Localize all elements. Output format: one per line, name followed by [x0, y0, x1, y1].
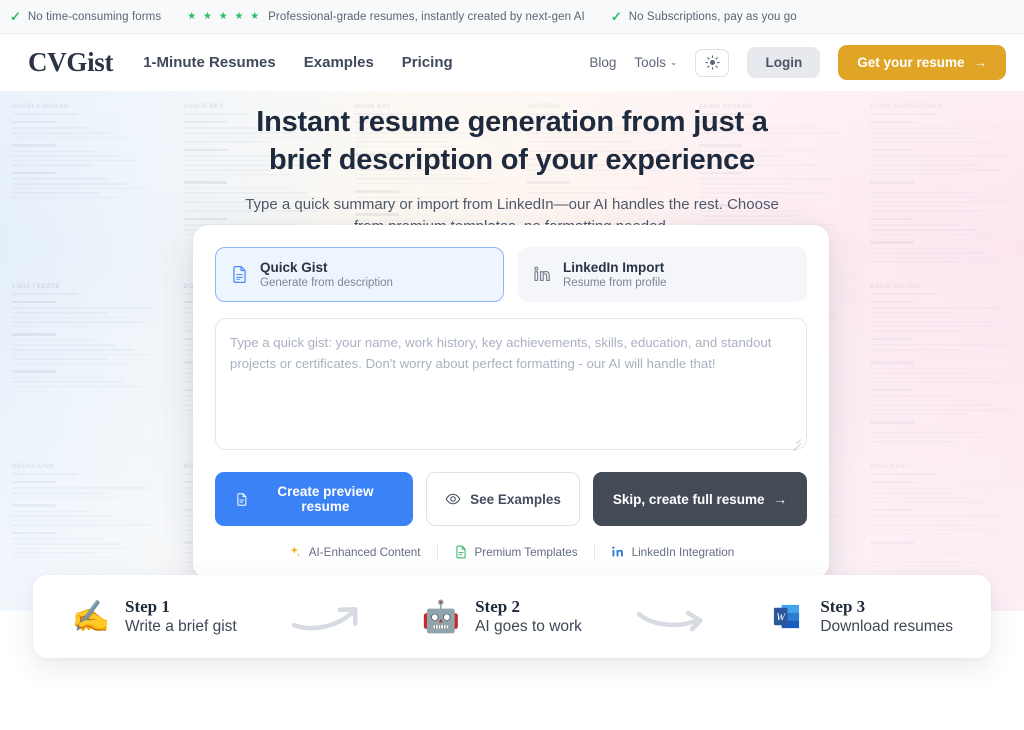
- get-your-resume-button[interactable]: Get your resume →: [838, 45, 1006, 80]
- announcement-bar: ✓ No time-consuming forms ★ ★ ★ ★ ★ Prof…: [0, 0, 1024, 34]
- skip-create-full-resume-label: Skip, create full resume: [612, 491, 765, 507]
- svg-text:W: W: [776, 612, 786, 623]
- step-1-text: Step 1 Write a brief gist: [125, 597, 237, 636]
- feature-badges: AI-Enhanced Content Premium Templates Li: [215, 545, 807, 559]
- check-icon: ✓: [610, 9, 622, 24]
- card-action-buttons: Create preview resume See Examples Skip,…: [215, 472, 807, 526]
- announcement-item-2: ✓ No Subscriptions, pay as you go: [611, 10, 797, 23]
- page-root: ✓ No time-consuming forms ★ ★ ★ ★ ★ Prof…: [0, 0, 1024, 730]
- nav-link-pricing[interactable]: Pricing: [402, 54, 453, 71]
- feature-premium-templates-label: Premium Templates: [474, 545, 578, 559]
- writing-hand-icon: ✍️: [71, 599, 111, 634]
- nav-link-examples[interactable]: Examples: [304, 54, 374, 71]
- step-3: W Step 3 Download resumes: [766, 597, 953, 637]
- step-2-title: Step 2: [475, 597, 520, 616]
- textarea-resize-handle[interactable]: [790, 434, 802, 452]
- linkedin-icon: [611, 546, 623, 557]
- eye-icon: [445, 493, 461, 505]
- tab-quick-gist[interactable]: Quick Gist Generate from description: [215, 247, 504, 302]
- skip-create-full-resume-button[interactable]: Skip, create full resume →: [592, 472, 807, 526]
- word-icon: W: [773, 604, 799, 629]
- step-1-title: Step 1: [125, 597, 170, 616]
- see-examples-label: See Examples: [470, 491, 561, 507]
- main-navigation: CVGist 1-Minute Resumes Examples Pricing…: [0, 34, 1024, 91]
- stars-icon: ★ ★ ★ ★ ★: [187, 10, 262, 22]
- feature-ai-enhanced-content-label: AI-Enhanced Content: [308, 545, 421, 559]
- feature-linkedin-integration-label: LinkedIn Integration: [631, 545, 735, 559]
- chevron-down-icon: ⌄: [669, 57, 678, 67]
- hero-text-block: Instant resume generation from just a br…: [0, 103, 1024, 239]
- announcement-text-1: Professional-grade resumes, instantly cr…: [268, 10, 585, 23]
- feature-premium-templates: Premium Templates: [438, 545, 594, 559]
- document-icon: [237, 492, 247, 506]
- sun-icon: [705, 55, 720, 70]
- theme-toggle-button[interactable]: [695, 48, 730, 77]
- tab-quick-gist-text: Quick Gist Generate from description: [260, 260, 393, 289]
- see-examples-button[interactable]: See Examples: [426, 472, 580, 526]
- tab-linkedin-import-text: LinkedIn Import Resume from profile: [563, 260, 667, 289]
- gist-textarea-wrapper: [215, 318, 807, 452]
- announcement-item-1: ★ ★ ★ ★ ★ Professional-grade resumes, in…: [187, 11, 585, 23]
- curved-arrow-icon: [291, 606, 358, 630]
- tab-quick-gist-subtitle: Generate from description: [260, 277, 393, 289]
- create-preview-resume-button[interactable]: Create preview resume: [215, 472, 414, 526]
- nav-link-1-minute-resumes[interactable]: 1-Minute Resumes: [143, 54, 276, 71]
- step-2-text: Step 2 AI goes to work: [475, 597, 582, 636]
- step-3-subtitle: Download resumes: [820, 618, 953, 635]
- create-preview-resume-label: Create preview resume: [277, 484, 374, 514]
- check-icon: ✓: [10, 9, 21, 24]
- input-mode-tabs: Quick Gist Generate from description Lin…: [215, 247, 807, 302]
- step-1-subtitle: Write a brief gist: [125, 618, 237, 635]
- document-icon: [455, 545, 466, 559]
- step-arrow-2: [582, 600, 766, 634]
- nav-links: 1-Minute Resumes Examples Pricing: [143, 54, 452, 71]
- resume-generator-card: Quick Gist Generate from description Lin…: [193, 225, 829, 579]
- document-icon: [233, 265, 246, 284]
- step-arrow-1: [237, 600, 421, 634]
- step-1: ✍️ Step 1 Write a brief gist: [71, 597, 237, 637]
- linkedin-icon: [534, 266, 550, 282]
- step-3-text: Step 3 Download resumes: [820, 597, 953, 636]
- feature-ai-enhanced-content: AI-Enhanced Content: [272, 545, 437, 559]
- steps-bar: ✍️ Step 1 Write a brief gist 🤖 Step 2 AI…: [33, 575, 991, 658]
- curved-arrow-icon: [636, 610, 703, 631]
- tab-linkedin-import[interactable]: LinkedIn Import Resume from profile: [518, 247, 807, 302]
- cta-label: Get your resume: [857, 55, 965, 70]
- robot-icon: 🤖: [421, 599, 461, 634]
- word-document-icon: W: [766, 597, 806, 637]
- arrow-right-icon: →: [973, 55, 988, 70]
- announcement-text-0: No time-consuming forms: [27, 10, 162, 23]
- login-button[interactable]: Login: [747, 47, 821, 78]
- step-2-subtitle: AI goes to work: [475, 618, 582, 635]
- nav-link-blog-label: Blog: [589, 55, 617, 70]
- nav-right-group: Blog Tools ⌄ Login Get your resume →: [589, 45, 1006, 80]
- nav-link-tools-label: Tools: [634, 55, 666, 70]
- sparkle-icon: [290, 546, 301, 558]
- step-2: 🤖 Step 2 AI goes to work: [421, 597, 582, 637]
- arrow-right-icon: →: [773, 491, 788, 507]
- tab-linkedin-import-title: LinkedIn Import: [563, 260, 665, 275]
- nav-link-tools[interactable]: Tools ⌄: [634, 55, 677, 70]
- tab-quick-gist-title: Quick Gist: [260, 260, 328, 275]
- gist-textarea[interactable]: [230, 332, 792, 439]
- step-3-title: Step 3: [820, 597, 866, 616]
- announcement-text-2: No Subscriptions, pay as you go: [628, 10, 797, 23]
- brand-logo[interactable]: CVGist: [28, 47, 114, 78]
- announcement-item-0: ✓ No time-consuming forms: [10, 10, 161, 23]
- feature-linkedin-integration: LinkedIn Integration: [595, 545, 751, 559]
- nav-link-blog[interactable]: Blog: [589, 55, 616, 70]
- page-title: Instant resume generation from just a br…: [256, 106, 768, 177]
- tab-linkedin-import-subtitle: Resume from profile: [563, 277, 667, 289]
